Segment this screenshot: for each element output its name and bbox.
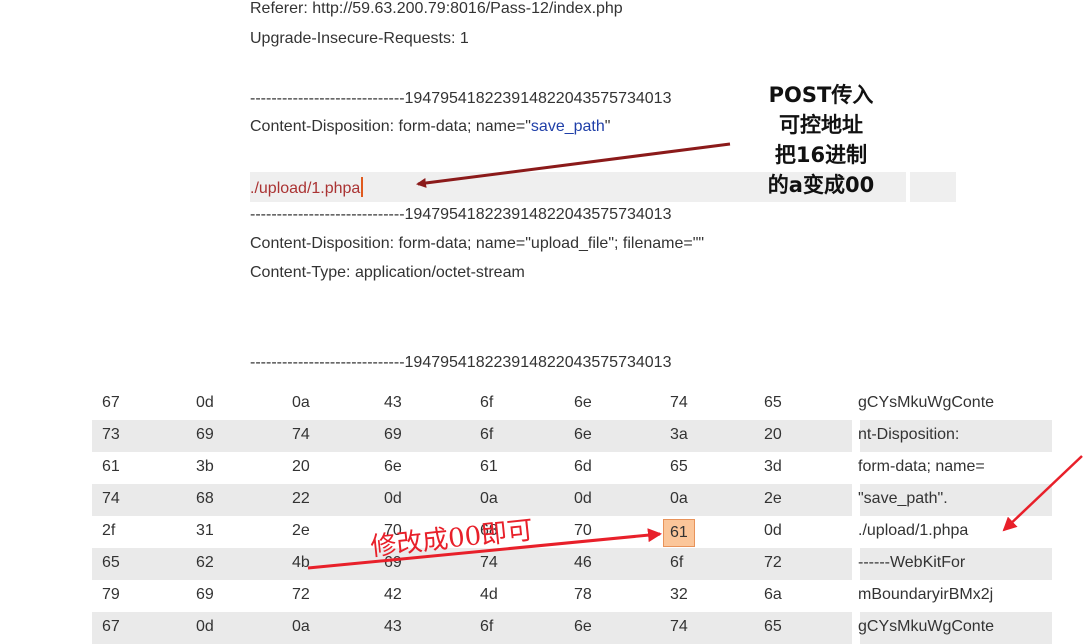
arrow-to-selected-byte xyxy=(307,528,662,570)
arrow-to-ascii xyxy=(1002,455,1083,532)
annotation-arrows xyxy=(307,142,1083,570)
arrow-to-save-path xyxy=(416,142,731,188)
